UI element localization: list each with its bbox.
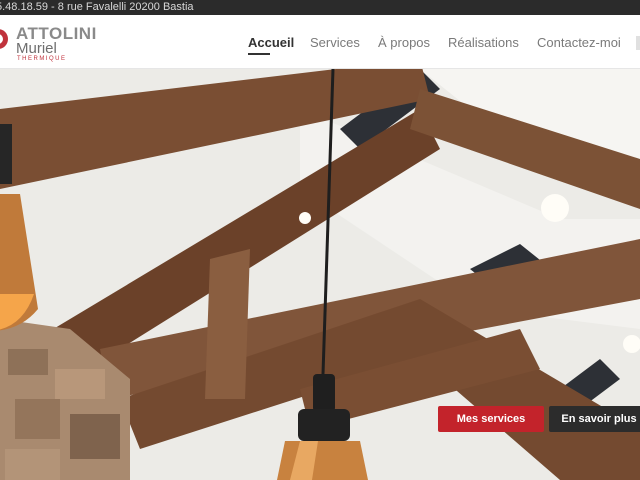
nav-item-contact[interactable]: Contactez-moi — [537, 35, 621, 51]
en-savoir-plus-button[interactable]: En savoir plus — [549, 406, 640, 432]
nav-item-accueil[interactable]: Accueil — [248, 35, 294, 55]
nav-item-services[interactable]: Services — [310, 35, 360, 51]
contact-info: 5.48.18.59 - 8 rue Favalelli 20200 Basti… — [0, 1, 194, 13]
mes-services-button[interactable]: Mes services — [438, 406, 544, 432]
top-info-bar: 5.48.18.59 - 8 rue Favalelli 20200 Basti… — [0, 0, 640, 15]
hero-banner: Mes services En savoir plus — [0, 69, 640, 480]
nav-divider — [636, 36, 640, 50]
main-nav: Accueil Services À propos Réalisations C… — [0, 35, 640, 55]
nav-item-realisations[interactable]: Réalisations — [448, 35, 519, 51]
nav-item-a-propos[interactable]: À propos — [378, 35, 430, 51]
site-header: ATTOLINI Muriel THERMIQUE Accueil Servic… — [0, 15, 640, 69]
hero-image — [0, 69, 640, 480]
logo-line3: THERMIQUE — [17, 56, 67, 62]
